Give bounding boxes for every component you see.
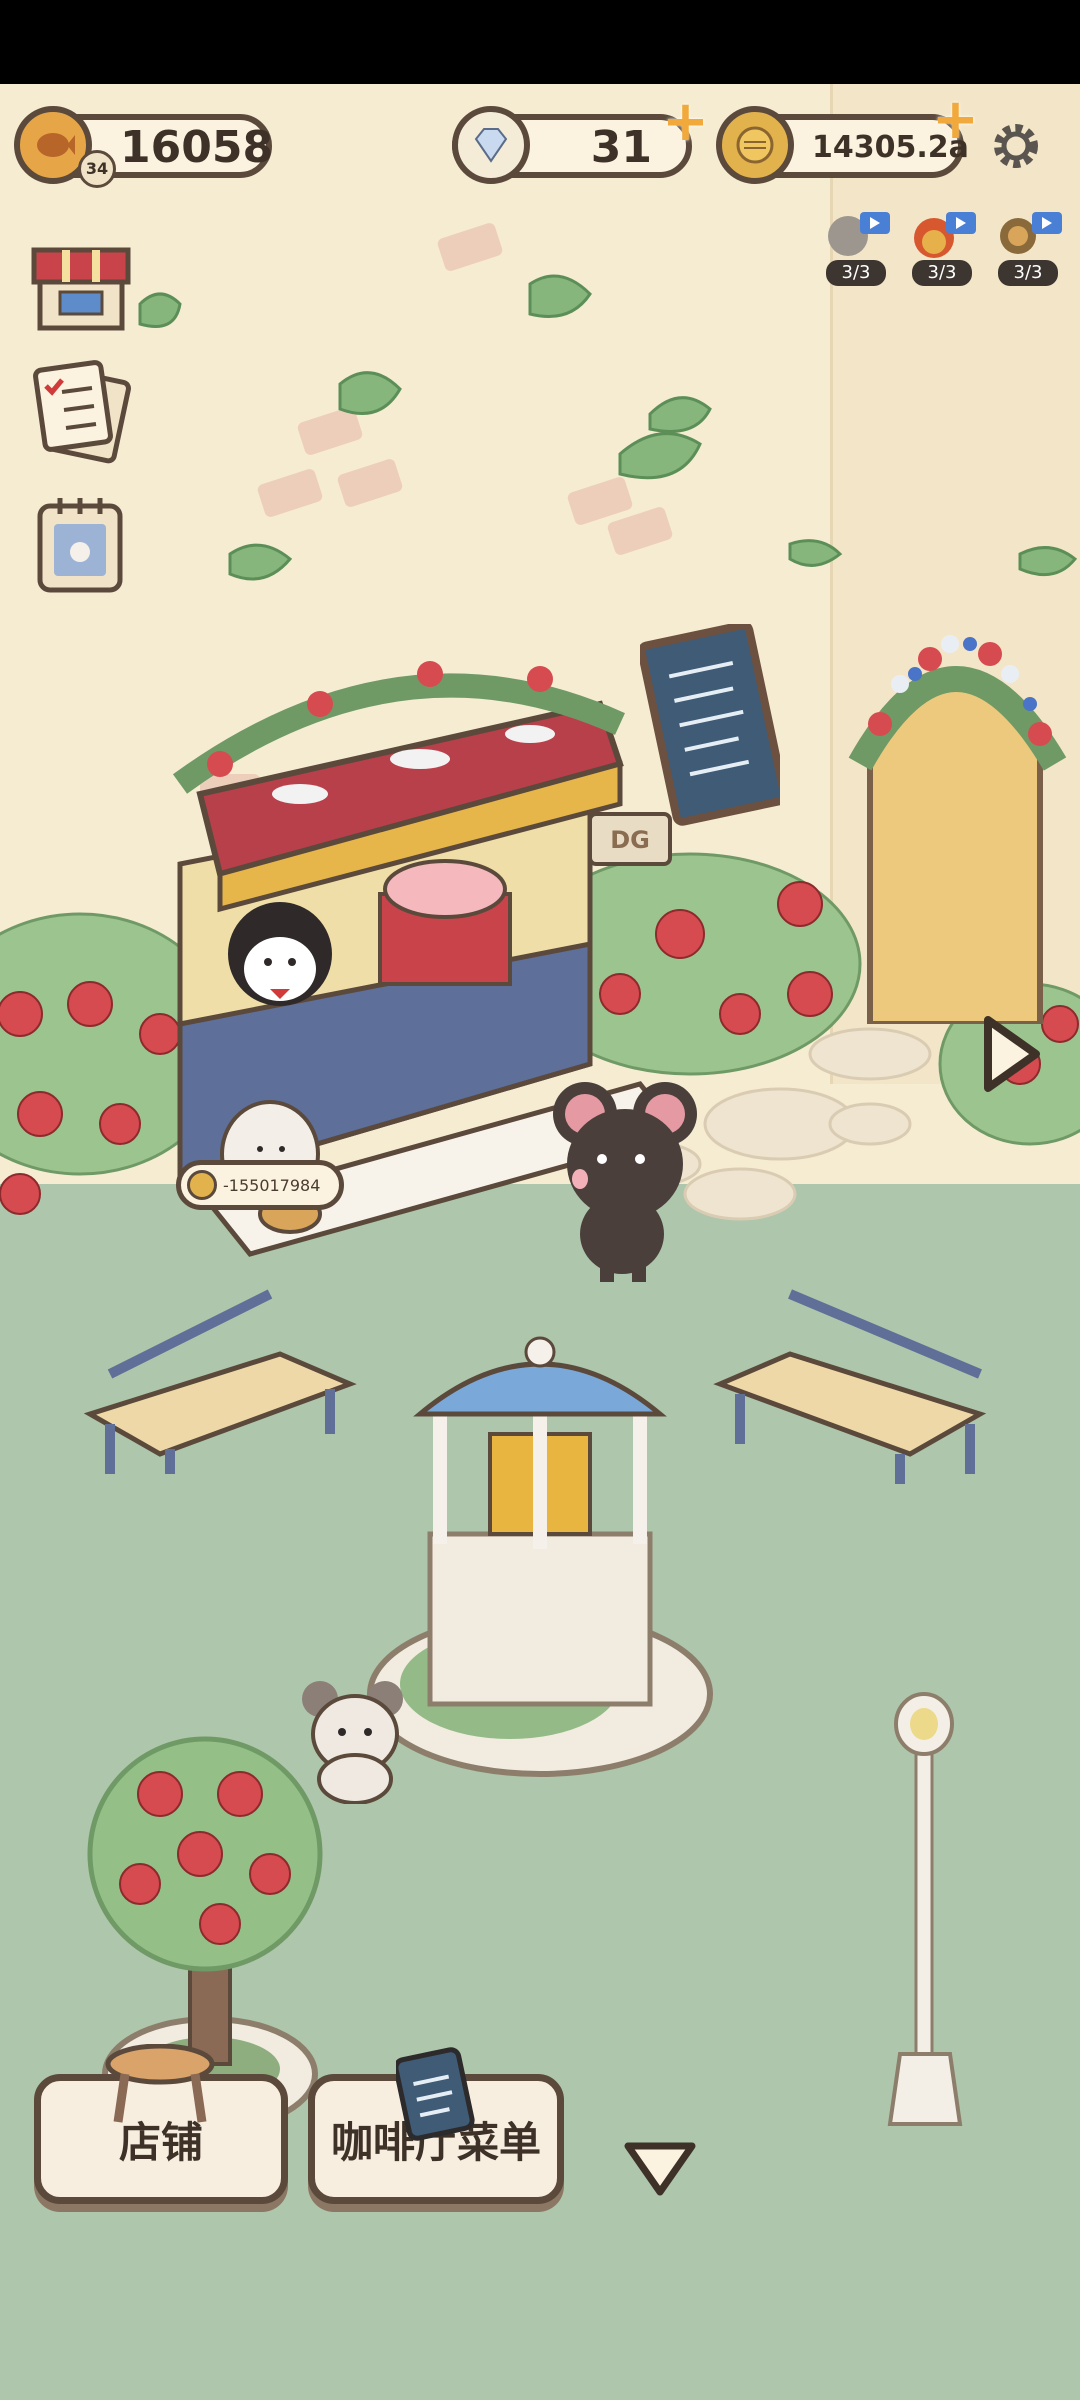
add-coin-button[interactable]: +	[932, 92, 979, 148]
stand-earning-value: -155017984	[223, 1175, 321, 1195]
cookie-boost-icon	[1000, 212, 1062, 254]
coin-fire-boost-icon	[914, 212, 976, 258]
street-lamp[interactable]	[870, 1654, 980, 2134]
shop-stall-icon	[31, 247, 131, 331]
status-bar	[0, 0, 1080, 84]
chevron-down-icon	[624, 2142, 696, 2196]
stand-earning-pill[interactable]: -155017984	[176, 1160, 344, 1210]
mouse-customer[interactable]	[540, 1074, 710, 1284]
fish-value: 16058	[120, 122, 274, 173]
coin-icon	[716, 106, 794, 184]
game-scene[interactable]: DG -155017984 16058 34 31 + 14305.2a + 3…	[0, 84, 1080, 2400]
diamond-value: 31	[590, 122, 652, 173]
add-diamond-button[interactable]: +	[662, 94, 709, 150]
boost-count: 3/3	[998, 260, 1058, 286]
cat-boost-icon	[828, 212, 890, 256]
boost-coin-fire[interactable]: 3/3	[906, 206, 986, 286]
next-area-arrow[interactable]	[970, 1004, 1050, 1104]
clipboard-icon	[393, 2044, 476, 2144]
coin-icon	[187, 1170, 217, 1200]
arched-door[interactable]	[840, 604, 1080, 1024]
shop-stall-button[interactable]	[26, 230, 136, 340]
collapse-arrow[interactable]	[620, 2134, 700, 2204]
boost-cat[interactable]: 3/3	[820, 206, 900, 286]
play-arrow-icon	[984, 1016, 1040, 1092]
gear-icon[interactable]	[990, 120, 1042, 172]
checklist-icon	[33, 360, 131, 464]
calendar-button[interactable]	[26, 488, 136, 598]
task-list-button[interactable]	[26, 354, 136, 464]
bench-left[interactable]	[70, 1274, 370, 1474]
level-badge: 34	[78, 150, 116, 188]
diamond-icon	[452, 106, 530, 184]
boost-count: 3/3	[912, 260, 972, 286]
stand-sign-text: DG	[610, 826, 650, 854]
bench-right[interactable]	[700, 1274, 1010, 1484]
boost-cookie[interactable]: 3/3	[992, 206, 1072, 286]
boost-count: 3/3	[826, 260, 886, 286]
calendar-icon	[37, 498, 123, 593]
stool-icon	[100, 2043, 220, 2124]
